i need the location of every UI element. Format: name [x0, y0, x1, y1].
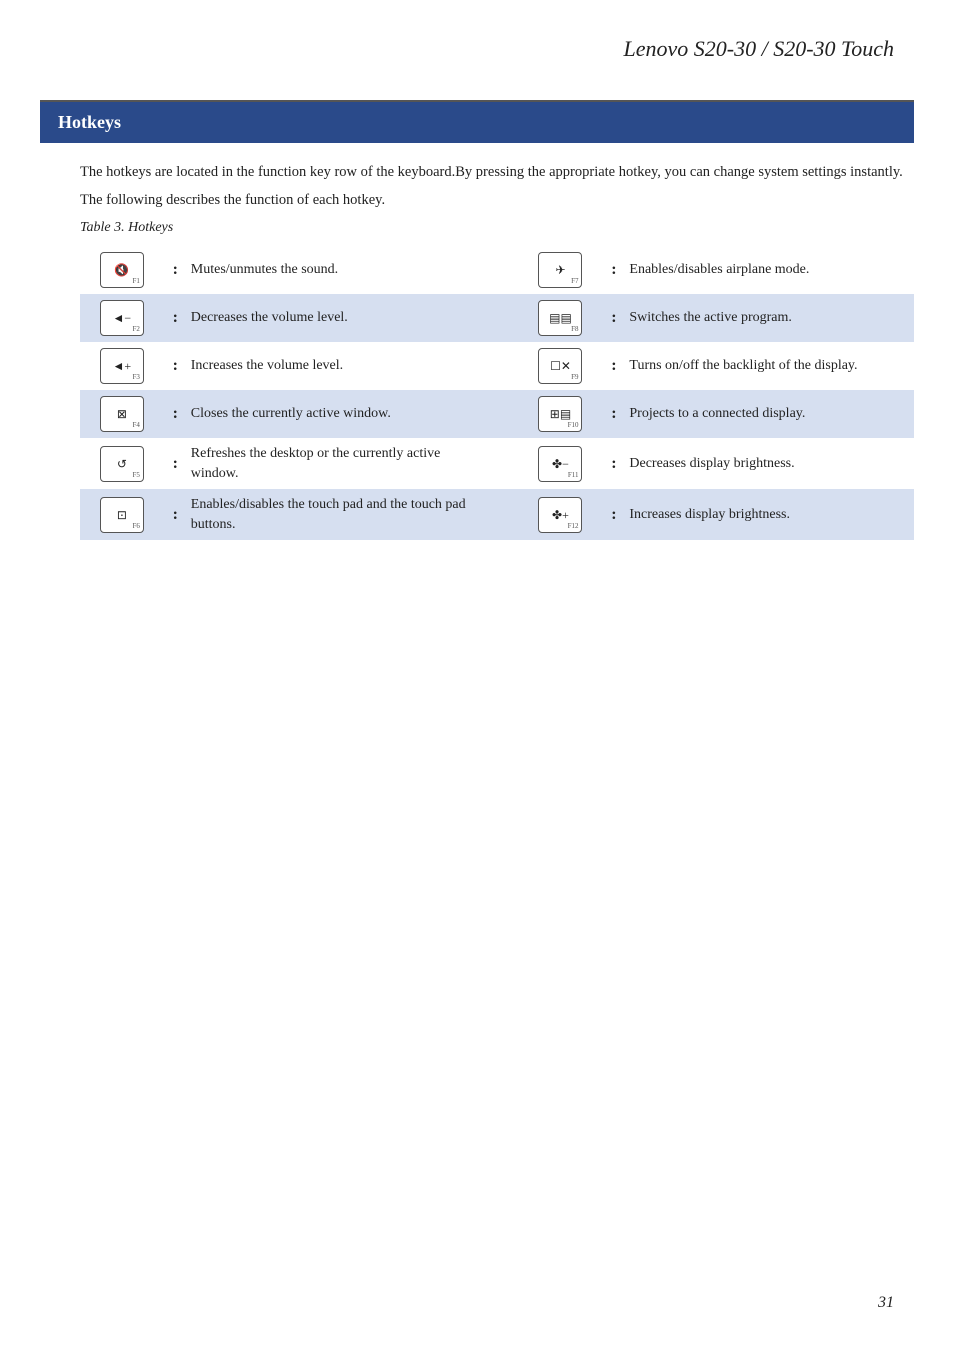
right-key-icon: ✤−F11: [519, 438, 603, 489]
table-row: 🔇F1:Mutes/unmutes the sound.✈F7:Enables/…: [80, 246, 914, 294]
colon-separator: :: [602, 438, 625, 489]
column-gap: [475, 294, 518, 342]
left-description: Closes the currently active window.: [187, 390, 476, 438]
right-description: Enables/disables airplane mode.: [625, 246, 914, 294]
colon-separator: :: [602, 246, 625, 294]
left-description: Enables/disables the touch pad and the t…: [187, 489, 476, 540]
colon-separator: :: [602, 489, 625, 540]
right-description: Decreases display brightness.: [625, 438, 914, 489]
section-header: Hotkeys: [40, 100, 914, 143]
left-key-icon: ⊠F4: [80, 390, 164, 438]
column-gap: [475, 489, 518, 540]
colon-separator: :: [164, 390, 187, 438]
left-description: Decreases the volume level.: [187, 294, 476, 342]
table-row: ⊠F4:Closes the currently active window.⊞…: [80, 390, 914, 438]
page-number: 31: [878, 1294, 894, 1312]
colon-separator: :: [164, 342, 187, 390]
table-row: ◄+F3:Increases the volume level.☐✕F9:Tur…: [80, 342, 914, 390]
page-title: Lenovo S20-30 / S20-30 Touch: [0, 0, 954, 82]
colon-separator: :: [164, 246, 187, 294]
right-key-icon: ✈F7: [519, 246, 603, 294]
table-row: ◄−F2:Decreases the volume level.▤▤F8:Swi…: [80, 294, 914, 342]
left-key-icon: ◄+F3: [80, 342, 164, 390]
right-description: Increases display brightness.: [625, 489, 914, 540]
table-row: ↺F5:Refreshes the desktop or the current…: [80, 438, 914, 489]
column-gap: [475, 390, 518, 438]
right-description: Switches the active program.: [625, 294, 914, 342]
left-key-icon: 🔇F1: [80, 246, 164, 294]
colon-separator: :: [164, 489, 187, 540]
left-description: Refreshes the desktop or the currently a…: [187, 438, 476, 489]
colon-separator: :: [602, 342, 625, 390]
right-key-icon: ▤▤F8: [519, 294, 603, 342]
intro-line2: The following describes the function of …: [80, 189, 914, 211]
table-caption: Table 3. Hotkeys: [80, 220, 914, 236]
column-gap: [475, 438, 518, 489]
right-key-icon: ✤+F12: [519, 489, 603, 540]
left-description: Mutes/unmutes the sound.: [187, 246, 476, 294]
column-gap: [475, 342, 518, 390]
colon-separator: :: [164, 294, 187, 342]
left-description: Increases the volume level.: [187, 342, 476, 390]
left-key-icon: ↺F5: [80, 438, 164, 489]
right-key-icon: ⊞▤F10: [519, 390, 603, 438]
column-gap: [475, 246, 518, 294]
intro-line1: The hotkeys are located in the function …: [80, 161, 914, 183]
colon-separator: :: [164, 438, 187, 489]
table-row: ⊡F6:Enables/disables the touch pad and t…: [80, 489, 914, 540]
right-description: Projects to a connected display.: [625, 390, 914, 438]
right-description: Turns on/off the backlight of the displa…: [625, 342, 914, 390]
left-key-icon: ◄−F2: [80, 294, 164, 342]
right-key-icon: ☐✕F9: [519, 342, 603, 390]
colon-separator: :: [602, 294, 625, 342]
colon-separator: :: [602, 390, 625, 438]
left-key-icon: ⊡F6: [80, 489, 164, 540]
hotkeys-table: 🔇F1:Mutes/unmutes the sound.✈F7:Enables/…: [80, 246, 914, 540]
